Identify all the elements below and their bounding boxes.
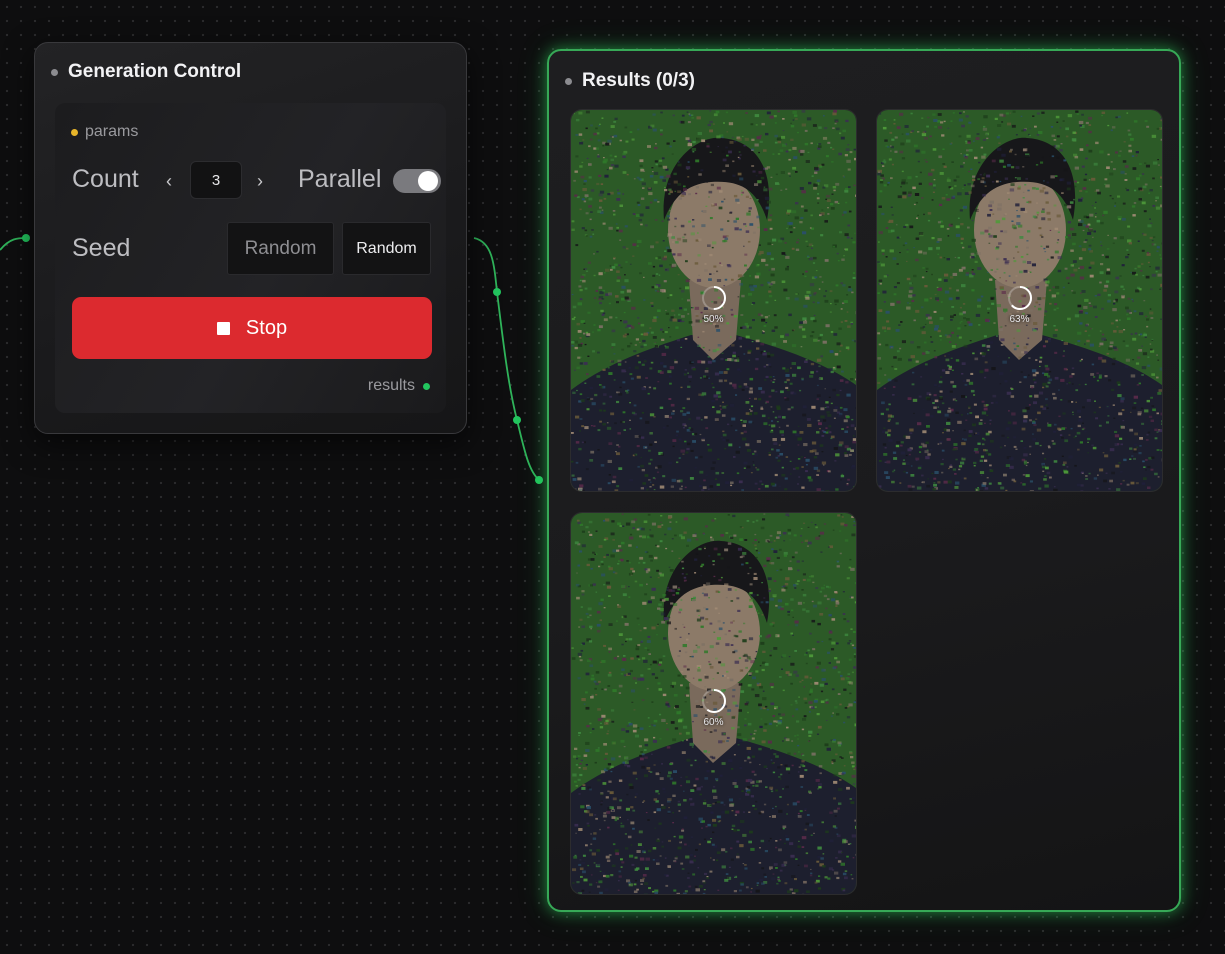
seed-input[interactable]: Random — [227, 222, 334, 275]
node-title: Generation Control — [68, 61, 242, 82]
node-status-dot — [51, 68, 58, 76]
node-header: Results (0/3) — [565, 70, 695, 92]
count-stepper-input[interactable]: 3 — [190, 161, 242, 199]
spinner-icon — [701, 689, 726, 713]
results-node[interactable]: Results (0/3) 50% 63% 60% — [547, 49, 1181, 912]
result-image-tile[interactable]: 50% — [570, 109, 857, 492]
parallel-toggle[interactable] — [393, 169, 441, 193]
result-image-tile[interactable]: 60% — [570, 512, 857, 895]
results-port-dot[interactable] — [423, 382, 430, 390]
parallel-label: Parallel — [298, 165, 382, 193]
stop-button[interactable]: Stop — [72, 297, 432, 359]
spinner-icon — [1007, 286, 1032, 310]
node-status-dot — [565, 77, 572, 85]
stop-icon — [216, 321, 230, 335]
spinner-icon — [701, 286, 726, 310]
random-seed-button[interactable]: Random — [342, 222, 431, 275]
chevron-right-icon[interactable]: › — [257, 171, 263, 192]
chevron-left-icon[interactable]: ‹ — [166, 171, 172, 192]
node-header: Generation Control — [51, 61, 241, 83]
seed-label: Seed — [72, 234, 131, 262]
params-port-label: params — [85, 123, 139, 140]
progress-label: 63% — [1009, 314, 1030, 325]
result-image-tile[interactable]: 63% — [876, 109, 1163, 492]
results-output-port[interactable]: results — [368, 377, 430, 395]
generation-control-node[interactable]: Generation Control params Count ‹ 3 › Pa… — [34, 42, 467, 434]
params-port-dot[interactable] — [71, 128, 78, 136]
stop-button-label: Stop — [245, 316, 288, 339]
progress-label: 60% — [703, 717, 724, 728]
count-label: Count — [72, 165, 139, 193]
progress-label: 50% — [703, 314, 724, 325]
results-title: Results (0/3) — [582, 70, 695, 91]
params-input-port[interactable]: params — [71, 123, 138, 141]
node-body: params Count ‹ 3 › Parallel Seed Random … — [55, 103, 446, 413]
toggle-knob — [418, 171, 438, 191]
results-port-label: results — [367, 377, 415, 394]
